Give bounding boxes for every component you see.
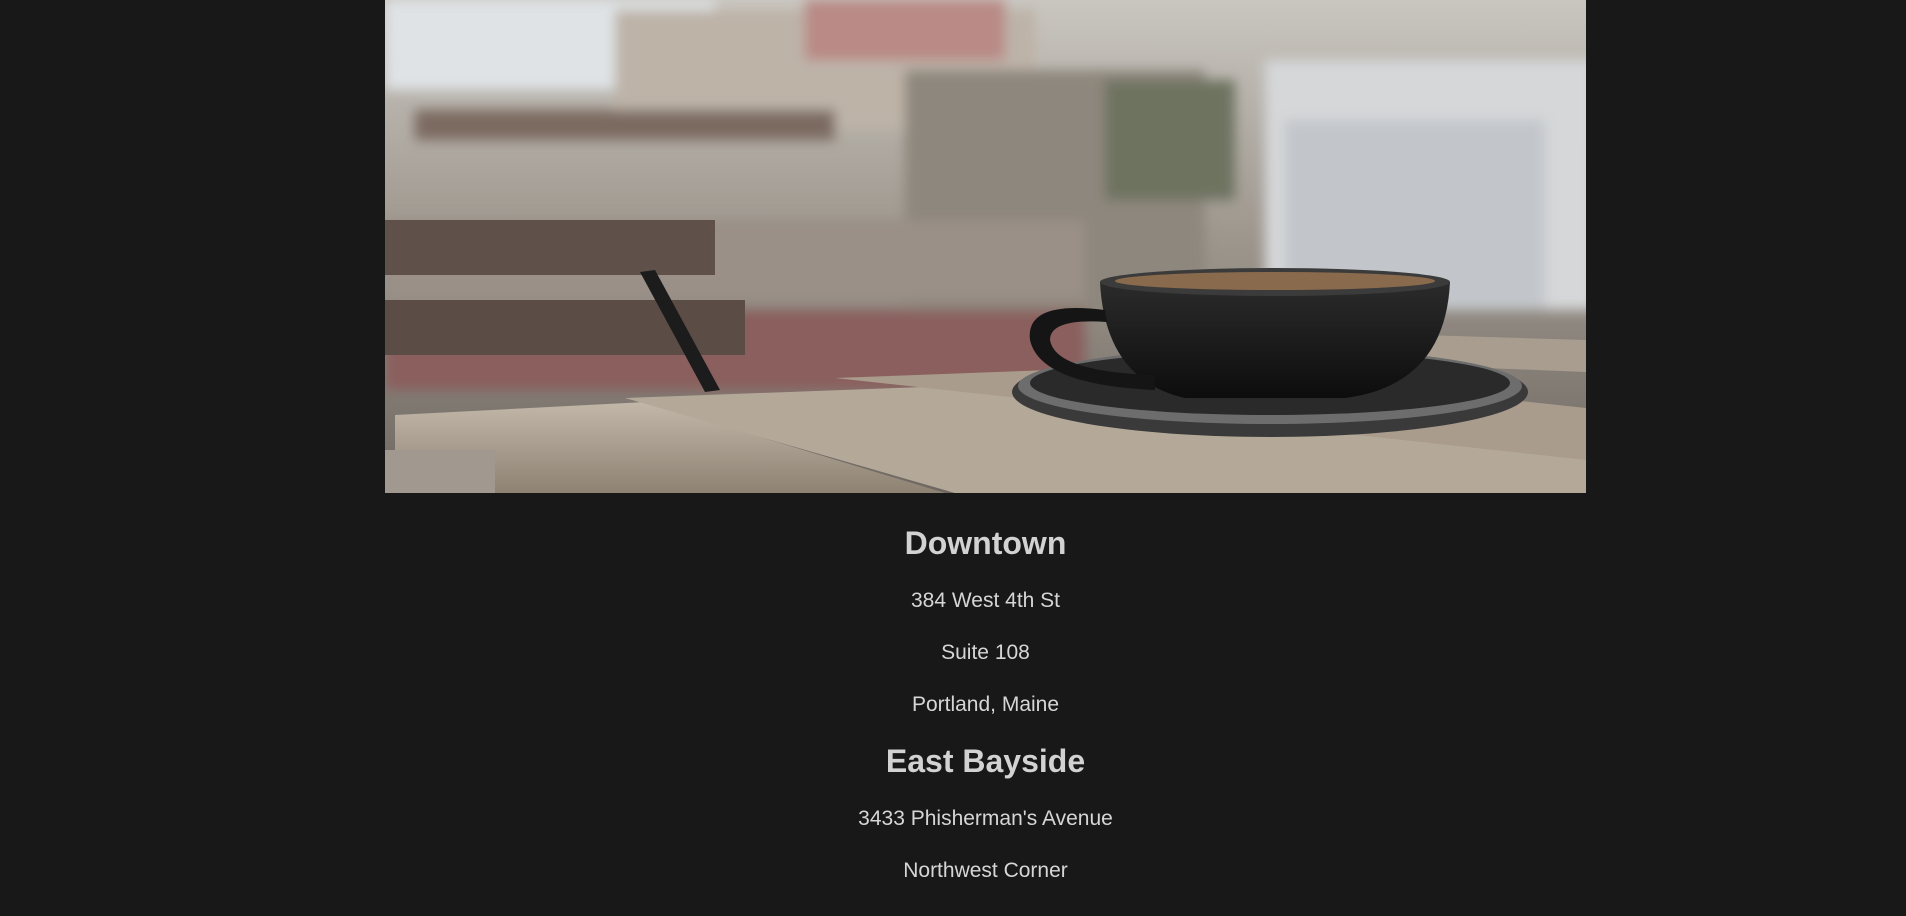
location-address-line: Portland, Maine [911,693,1060,716]
coffee-cup-photo [385,0,1586,493]
locations-list: Downtown 384 West 4th St Suite 108 Portl… [385,493,1586,885]
location-address-line: 384 West 4th St [910,589,1061,612]
location-address-line: 3433 Phisherman's Avenue [858,807,1113,830]
location-title-downtown: Downtown [904,525,1067,561]
page: Downtown 384 West 4th St Suite 108 Portl… [0,0,1906,916]
location-title-east-bayside: East Bayside [885,743,1086,779]
hero-image [385,0,1586,493]
location-address-line: Northwest Corner [903,859,1068,882]
location-address-line: Suite 108 [941,641,1030,664]
